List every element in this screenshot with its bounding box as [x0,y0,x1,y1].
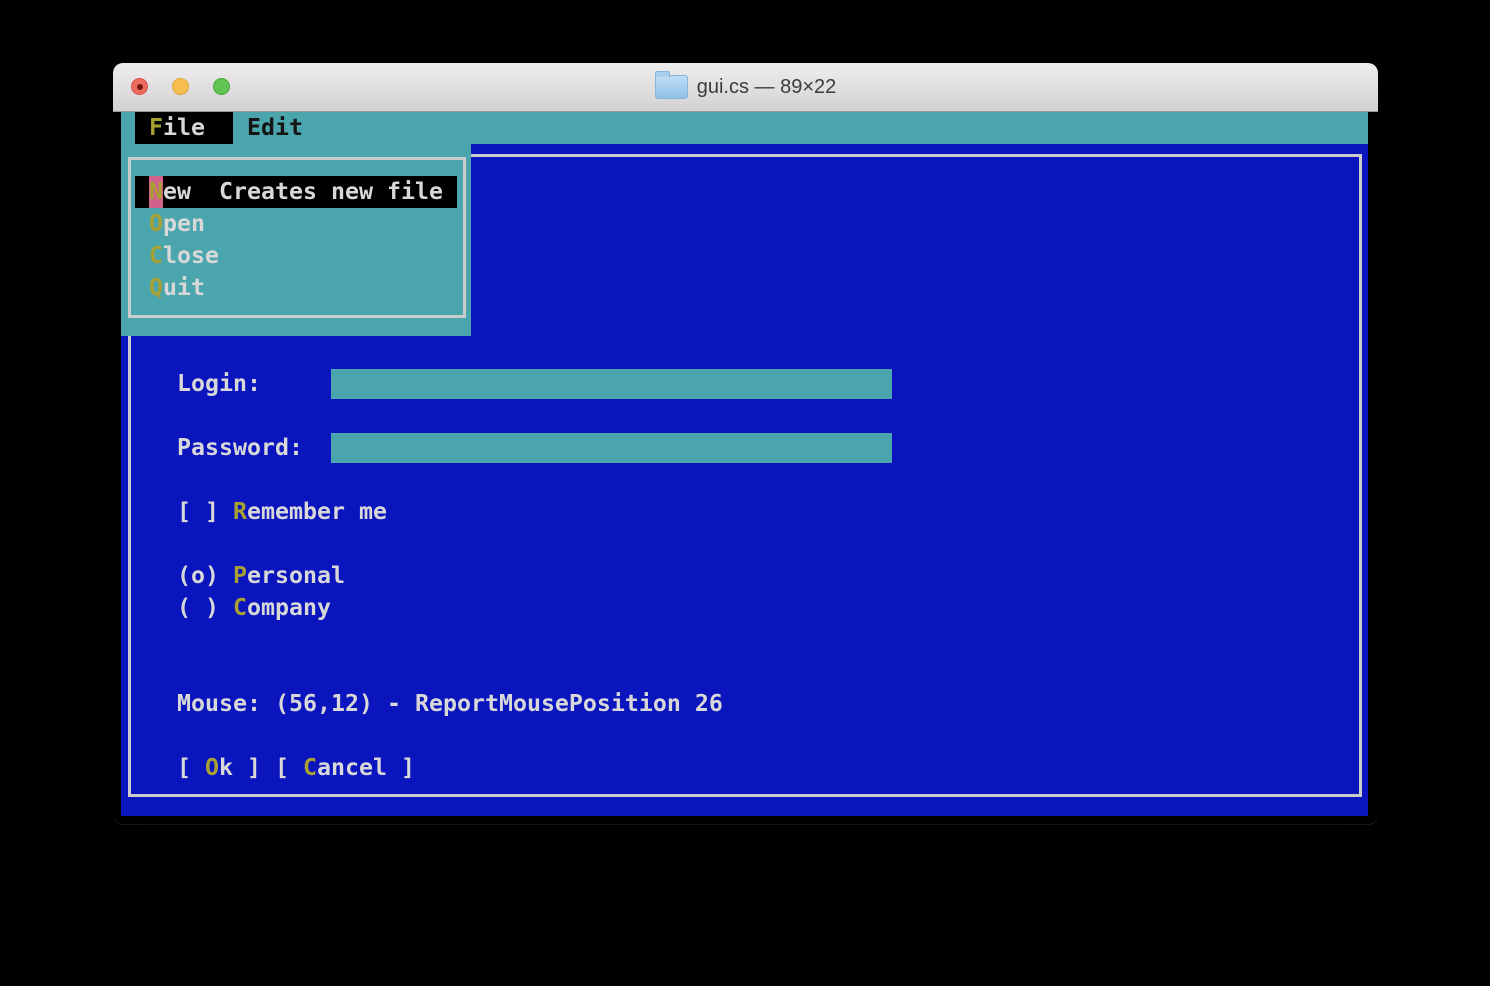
checkbox-hotkey: R [233,498,247,525]
radio-company-glyph: ( ) [177,594,233,621]
radio-company-label: ompany [247,594,331,621]
menu-item-open-rest: pen [163,210,205,237]
radio-personal-label: ersonal [247,562,345,589]
remember-me-checkbox[interactable]: [ ] Remember me [177,496,387,528]
radio-company-hotkey: C [233,594,247,621]
cancel-button-bracket: [ [275,754,303,781]
menu-item-quit-rest: uit [163,274,205,301]
close-button[interactable] [131,78,148,95]
password-label: Password: [177,434,303,461]
menu-item-open[interactable]: Open [149,208,205,240]
menu-item-new-rest: ew [163,178,191,205]
radio-personal[interactable]: (o) Personal [177,560,345,592]
radio-personal-glyph: (o) [177,562,233,589]
menu-item-open-hotkey: O [149,210,163,237]
cancel-button[interactable]: [ Cancel ] [275,752,415,784]
checkbox-box: [ ] [177,498,233,525]
menu-file-rest: ile [163,114,205,141]
titlebar: gui.cs — 89×22 [113,63,1378,112]
cancel-button-hotkey: C [303,754,317,781]
menu-item-quit[interactable]: Quit [149,272,205,304]
cancel-button-rest: ancel ] [317,754,415,781]
login-label: Login: [177,370,261,397]
menu-item-close-hotkey: C [149,242,163,269]
mouse-status: Mouse: (56,12) - ReportMousePosition 26 [177,690,723,717]
radio-company[interactable]: ( ) Company [177,592,331,624]
file-dropdown-menu: New Creates new file Open Close Quit [121,144,471,336]
menu-item-close[interactable]: Close [149,240,219,272]
minimize-button[interactable] [172,78,189,95]
menu-bar: File Edit [121,112,1368,144]
menu-item-new-hotkey: N [149,176,163,208]
menu-item-quit-hotkey: Q [149,274,163,301]
zoom-button[interactable] [213,78,230,95]
ok-button-bracket: [ [177,754,205,781]
password-input[interactable] [331,433,892,463]
terminal-window: gui.cs — 89×22 File Edit Login: Password… [113,63,1378,824]
menu-item-new-help: Creates new file [219,178,443,205]
radio-personal-hotkey: P [233,562,247,589]
login-input[interactable] [331,369,892,399]
folder-icon [654,71,688,99]
menu-item-new[interactable]: New [149,176,191,208]
menu-file-label[interactable]: File [149,112,205,144]
tui-screen: File Edit Login: Password: [ ] Remember … [121,112,1368,816]
checkbox-label: emember me [247,498,387,525]
ok-button[interactable]: [ Ok ] [177,752,261,784]
menu-item-close-rest: lose [163,242,219,269]
window-title: gui.cs — 89×22 [696,76,837,98]
ok-button-rest: k ] [219,754,261,781]
menu-edit[interactable]: Edit [247,112,303,144]
menu-file-hotkey: F [149,114,163,141]
ok-button-hotkey: O [205,754,219,781]
